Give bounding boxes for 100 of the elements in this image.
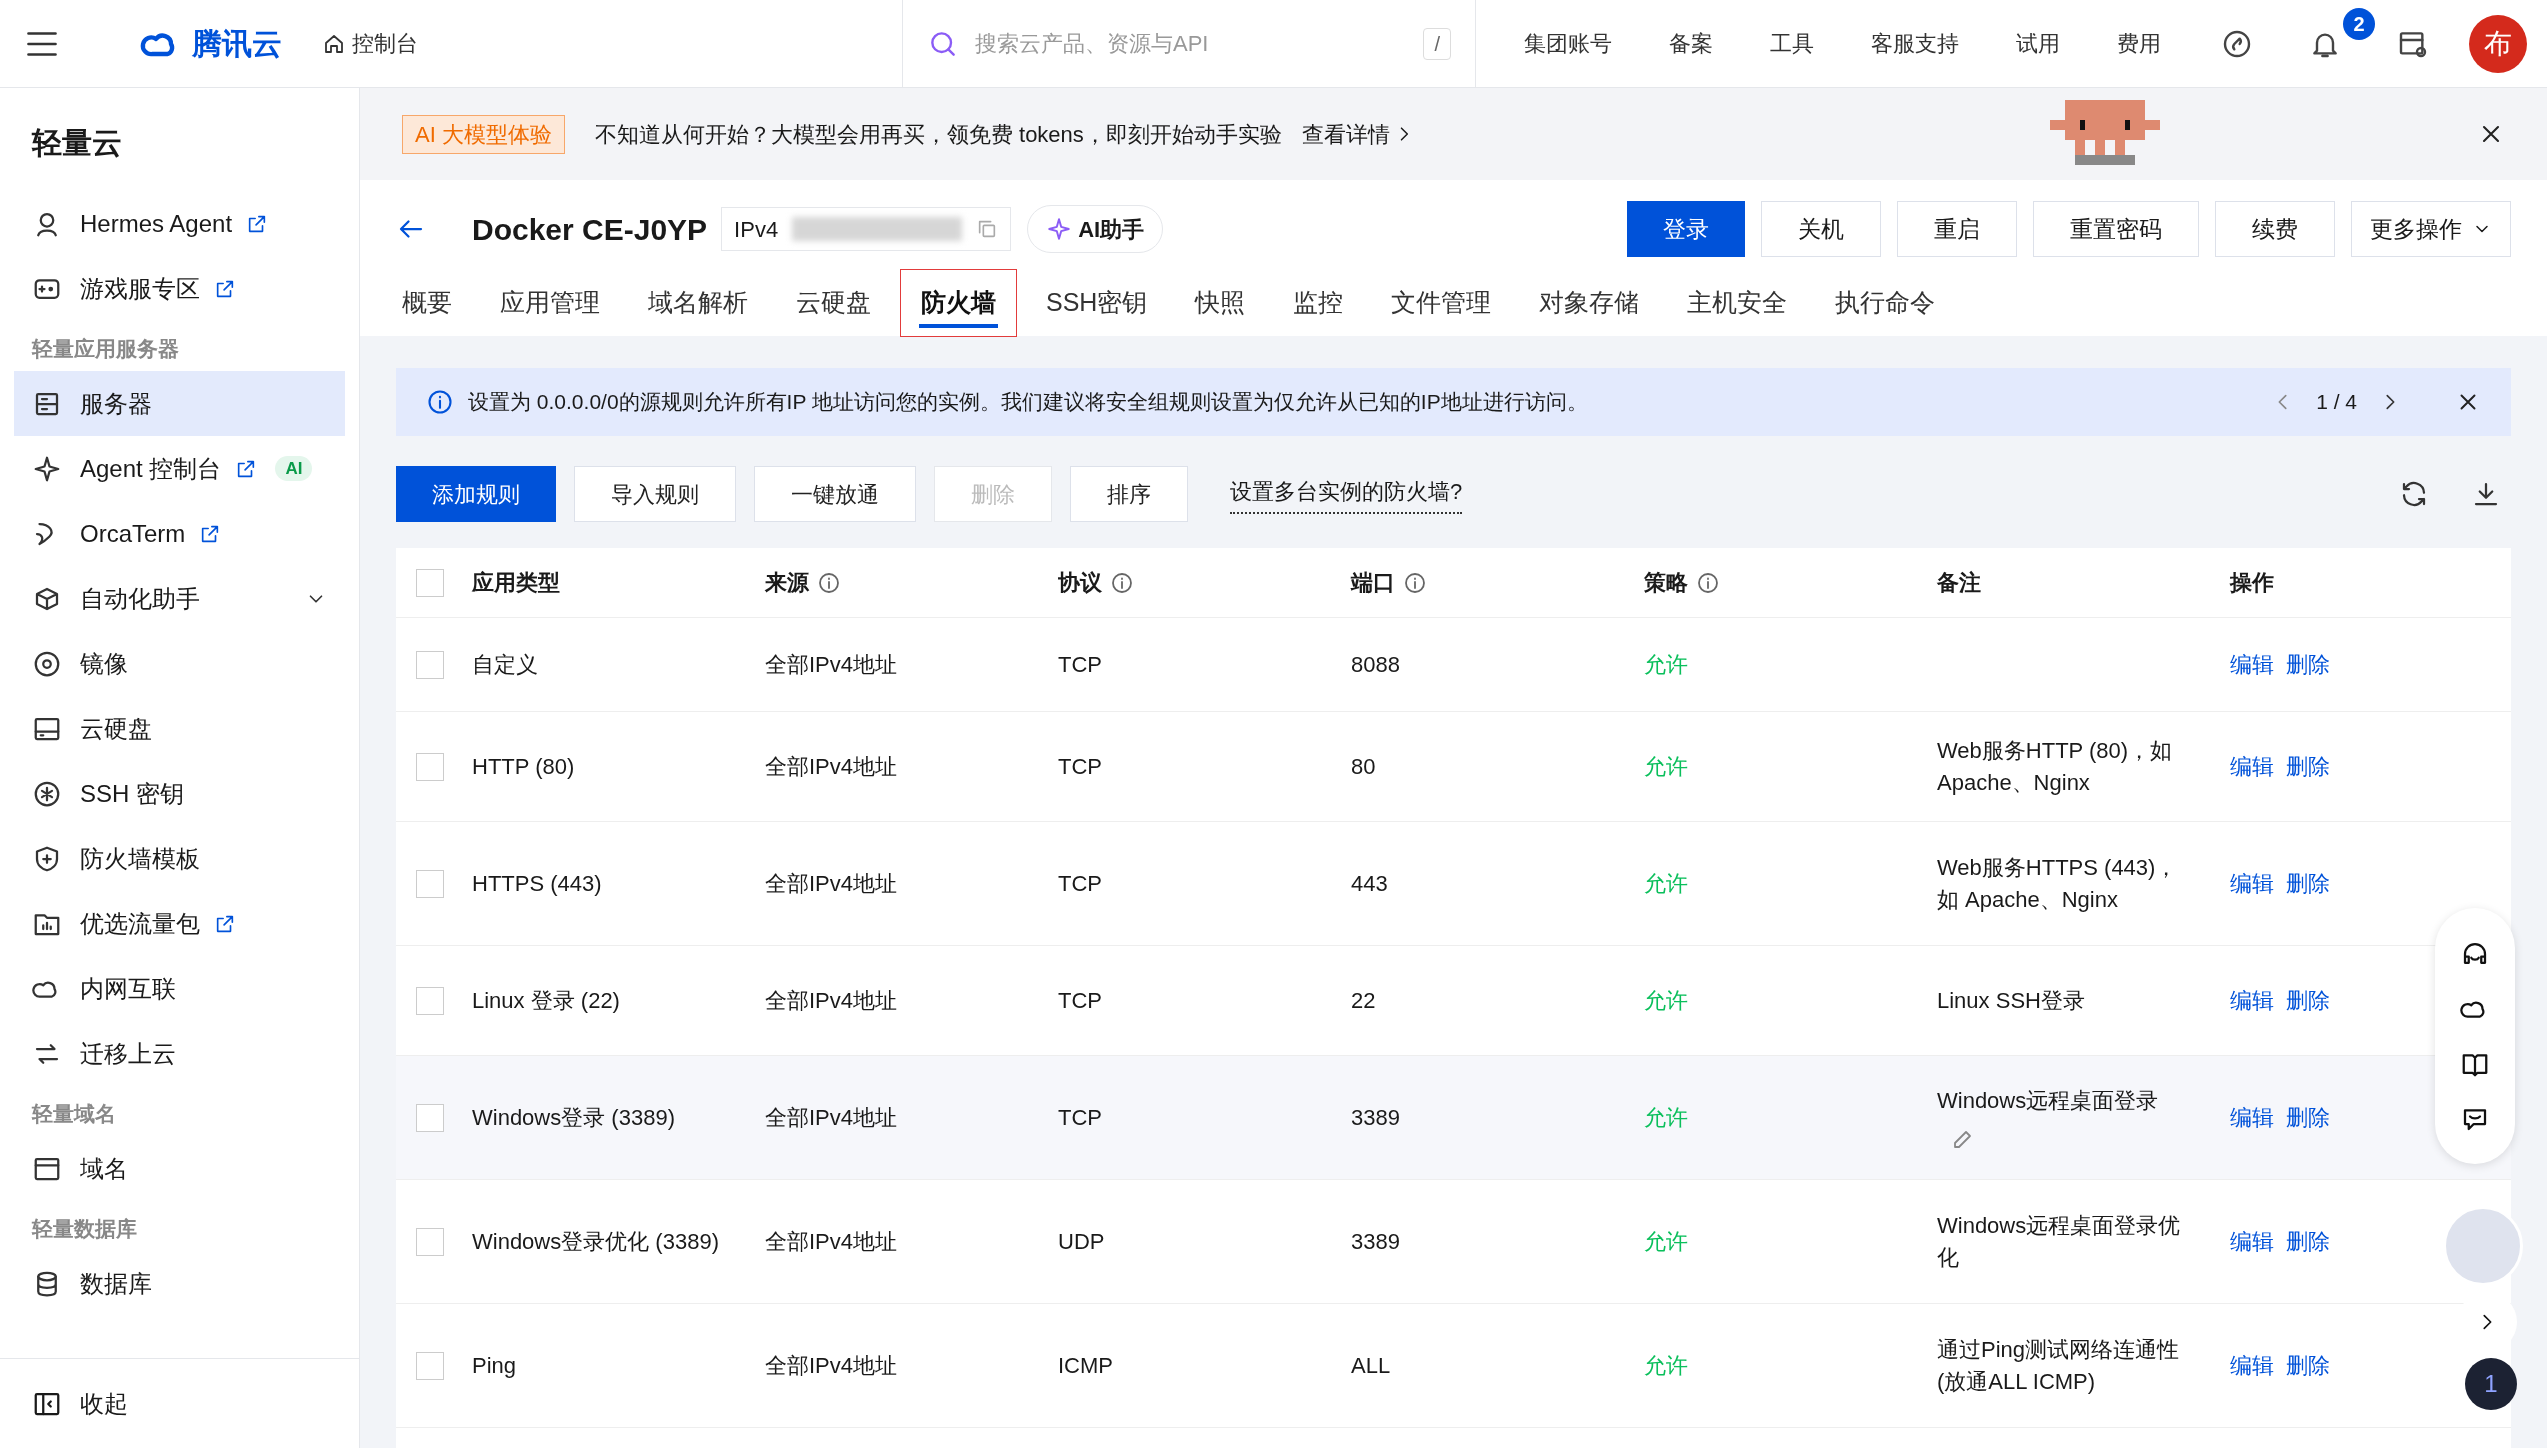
top-nav-link[interactable]: 试用: [2016, 27, 2060, 60]
top-nav-link[interactable]: 工具: [1770, 27, 1814, 60]
tab[interactable]: 主机安全: [1669, 270, 1806, 336]
tab[interactable]: 对象存储: [1521, 270, 1658, 336]
row-action-link[interactable]: 删除: [2286, 984, 2330, 1017]
action-button[interactable]: 重启: [1897, 201, 2017, 257]
table-cell-text: 22: [1351, 987, 1377, 1015]
row-action-link[interactable]: 删除: [2286, 648, 2330, 681]
avatar[interactable]: 布: [2469, 14, 2527, 73]
banner-link[interactable]: 查看详情: [1301, 117, 1414, 151]
note-text: Windows远程桌面登录优化: [1937, 1212, 2181, 1270]
sidebar-title: 轻量云: [30, 125, 123, 161]
sidebar-item[interactable]: 自动化助手: [14, 566, 345, 631]
sidebar-item-label: Hermes Agent: [80, 208, 233, 239]
table-cell-text: HTTPS (443): [472, 870, 603, 898]
column-header: 策略: [1644, 569, 1688, 597]
sidebar-item[interactable]: 服务器: [14, 371, 345, 436]
sidebar-item[interactable]: 数据库: [14, 1251, 345, 1316]
column-header: 操作: [2230, 569, 2274, 597]
sidebar-item-label: 云硬盘: [80, 713, 152, 744]
sidebar-item[interactable]: 域名: [14, 1136, 345, 1201]
sidebar-item[interactable]: 镜像: [14, 631, 345, 696]
row-action-link[interactable]: 编辑: [2230, 1349, 2274, 1382]
row-action-link[interactable]: 删除: [2286, 750, 2330, 783]
tab[interactable]: 监控: [1275, 270, 1362, 336]
sidebar-item[interactable]: Hermes Agent: [14, 191, 345, 256]
table-cell-text: 80: [1351, 753, 1377, 781]
checkbox[interactable]: [416, 986, 444, 1015]
sidebar-item[interactable]: 优选流量包: [14, 891, 345, 956]
table-cell-text: UDP: [1058, 1228, 1106, 1256]
sidebar-item[interactable]: SSH 密钥: [14, 761, 345, 826]
sidebar-item[interactable]: OrcaTerm: [14, 501, 345, 566]
checkbox[interactable]: [416, 1351, 444, 1380]
sidebar-section-heading: 轻量域名: [30, 1101, 117, 1128]
sidebar-item[interactable]: 迁移上云: [14, 1021, 345, 1086]
row-action-link[interactable]: 编辑: [2230, 984, 2274, 1017]
table-cell-text: TCP: [1058, 1104, 1103, 1132]
tab[interactable]: 文件管理: [1373, 270, 1510, 336]
banner-text: 不知道从何开始？大模型会用再买，领免费 tokens，即刻开始动手实验: [594, 120, 1282, 149]
top-nav-link[interactable]: 客服支持: [1871, 27, 1959, 60]
multi-instance-link[interactable]: 设置多台实例的防火墙?: [1230, 474, 1463, 514]
table-cell-text: 8088: [1351, 651, 1401, 679]
top-nav-link[interactable]: 集团账号: [1524, 27, 1612, 60]
row-action-link[interactable]: 编辑: [2230, 1225, 2274, 1258]
action-button[interactable]: 登录: [1627, 201, 1745, 257]
row-action-link[interactable]: 编辑: [2230, 750, 2274, 783]
toolbar-button[interactable]: 一键放通: [754, 466, 916, 522]
sidebar-item[interactable]: 防火墙模板: [14, 826, 345, 891]
row-action-link[interactable]: 删除: [2286, 1349, 2330, 1382]
column-header: 应用类型: [472, 569, 560, 597]
checkbox[interactable]: [416, 568, 444, 597]
tab[interactable]: 应用管理: [482, 270, 618, 336]
more-actions-dropdown[interactable]: 更多操作: [2351, 201, 2511, 257]
collapse-button[interactable]: 收起: [0, 1358, 359, 1448]
table-cell-text: Ping: [472, 1352, 518, 1380]
toolbar-button[interactable]: 导入规则: [574, 466, 736, 522]
brand-name[interactable]: 腾讯云: [192, 21, 282, 66]
checkbox[interactable]: [416, 1103, 444, 1132]
sidebar-item[interactable]: 游戏服专区: [14, 256, 345, 321]
row-action-link[interactable]: 编辑: [2230, 867, 2274, 900]
column-header: 端口: [1351, 569, 1395, 597]
action-button[interactable]: 续费: [2215, 201, 2335, 257]
sidebar-item[interactable]: 云硬盘: [14, 696, 345, 761]
tab[interactable]: SSH密钥: [1028, 270, 1166, 336]
top-nav-link[interactable]: 备案: [1669, 27, 1713, 60]
note-text: Web服务HTTP (80)，如Apache、Nginx: [1937, 737, 2173, 795]
table-cell-text: Windows登录 (3389): [472, 1104, 676, 1132]
table-cell-text: 全部IPv4地址: [765, 753, 899, 781]
tab[interactable]: 云硬盘: [778, 270, 889, 336]
table-cell-text: 3389: [1351, 1228, 1401, 1256]
tab[interactable]: 防火墙: [901, 270, 1016, 336]
tab[interactable]: 执行命令: [1817, 270, 1954, 336]
toolbar-button[interactable]: 添加规则: [396, 466, 556, 522]
toolbar-button[interactable]: 排序: [1070, 466, 1188, 522]
sidebar-item[interactable]: 内网互联: [14, 956, 345, 1021]
sidebar-item[interactable]: Agent 控制台 AI: [14, 436, 345, 501]
row-action-link[interactable]: 删除: [2286, 867, 2330, 900]
table-cell-text: ALL: [1351, 1352, 1392, 1380]
console-link[interactable]: 控制台: [322, 27, 418, 60]
row-action-link[interactable]: 删除: [2286, 1101, 2330, 1134]
row-action-link[interactable]: 删除: [2286, 1225, 2330, 1258]
table-cell-text: TCP: [1058, 753, 1103, 781]
tab[interactable]: 概要: [384, 270, 470, 336]
search-field[interactable]: 搜索云产品、资源与API: [975, 27, 1408, 60]
action-button[interactable]: 重置密码: [2033, 201, 2199, 257]
checkbox[interactable]: [416, 1227, 444, 1256]
checkbox[interactable]: [416, 650, 444, 679]
policy-status: 允许: [1644, 1104, 1689, 1132]
checkbox[interactable]: [416, 869, 444, 898]
row-action-link[interactable]: 编辑: [2230, 1101, 2274, 1134]
sparkle-icon: [1046, 216, 1073, 242]
tab[interactable]: 快照: [1177, 270, 1264, 336]
note-text: Windows远程桌面登录: [1937, 1087, 2159, 1113]
tab[interactable]: 域名解析: [630, 270, 766, 336]
row-action-link[interactable]: 编辑: [2230, 648, 2274, 681]
table-cell-text: 自定义: [472, 651, 539, 679]
top-nav-link[interactable]: 费用: [2117, 27, 2161, 60]
checkbox[interactable]: [416, 752, 444, 781]
action-button[interactable]: 关机: [1761, 201, 1881, 257]
sidebar-item-label: 游戏服专区: [80, 273, 200, 304]
